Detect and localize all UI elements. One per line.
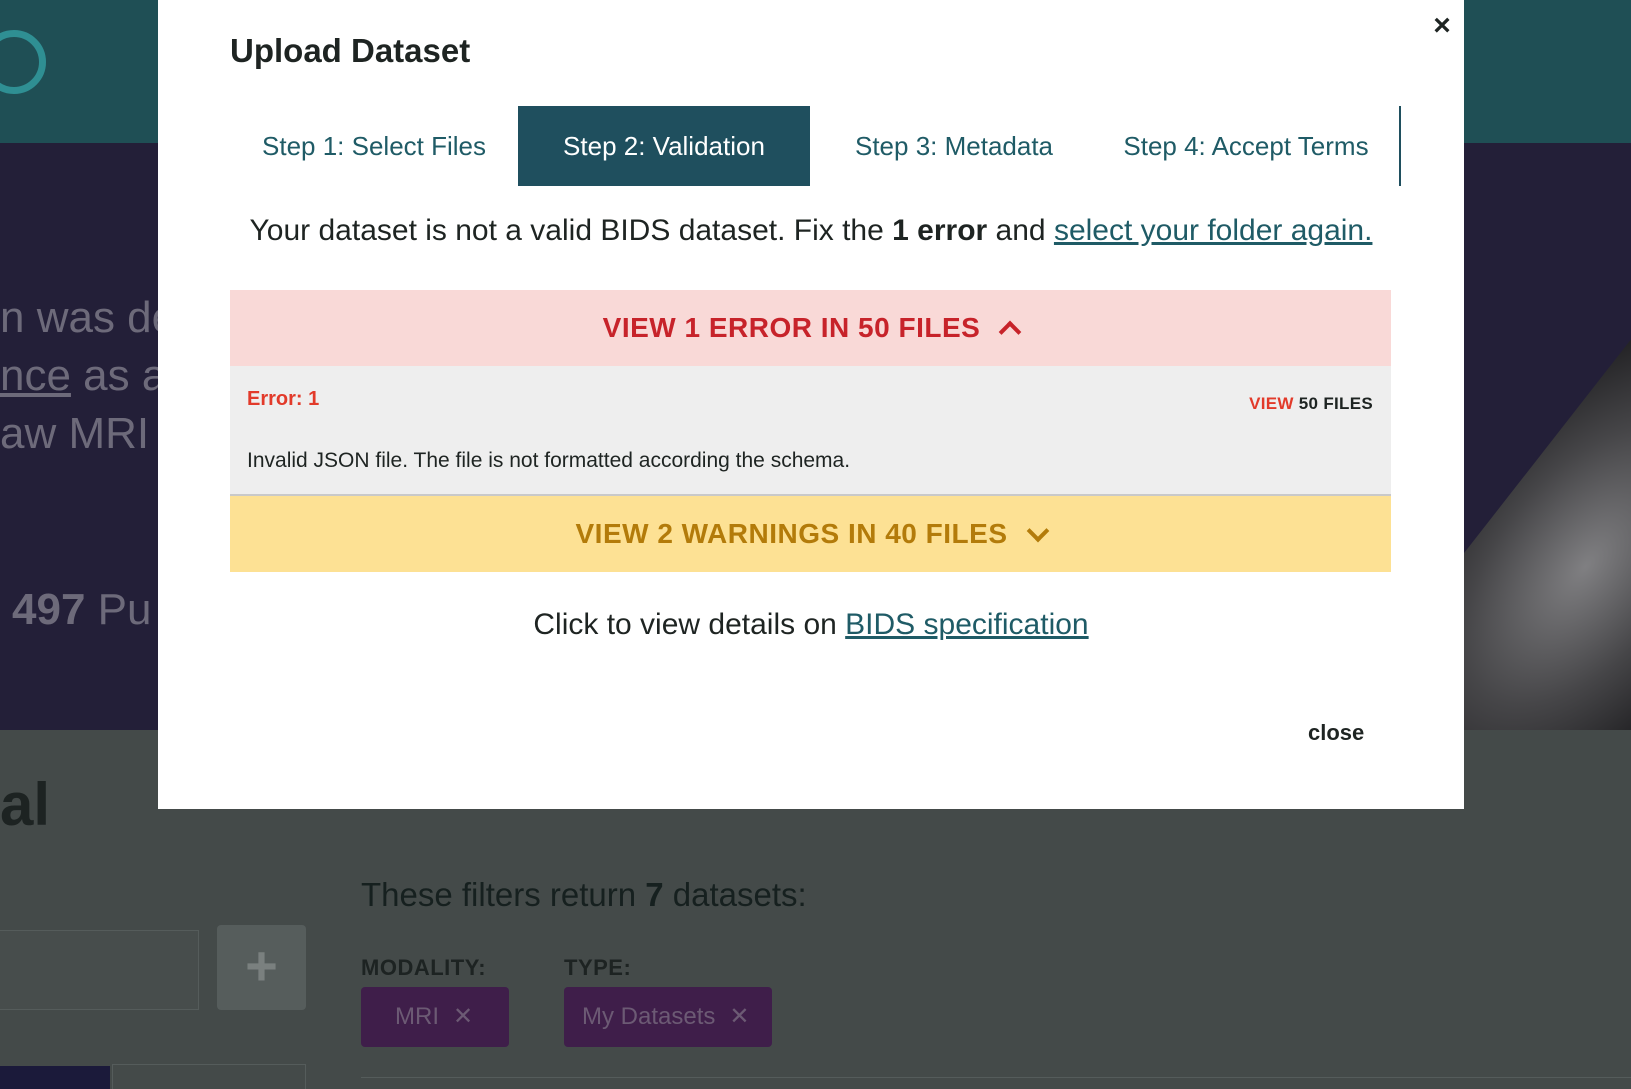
error-code: Error: 1 bbox=[247, 388, 320, 410]
filter-label-modality: MODALITY: bbox=[361, 955, 487, 980]
upload-dataset-modal: Upload Dataset × Step 1: Select Files St… bbox=[158, 0, 1464, 809]
view-files-button[interactable]: VIEW 50 FILES bbox=[1249, 394, 1373, 414]
logo-icon[interactable] bbox=[0, 30, 46, 94]
remove-icon[interactable]: ✕ bbox=[453, 1003, 473, 1030]
results-tab[interactable] bbox=[112, 1064, 306, 1089]
hero-text-line-2: nce as a bbox=[0, 351, 167, 400]
filter-label-type: TYPE: bbox=[564, 955, 632, 980]
bids-spec-link[interactable]: BIDS specification bbox=[845, 608, 1088, 641]
hero-text-line-1: n was de bbox=[0, 293, 177, 342]
tab-divider bbox=[1399, 106, 1401, 186]
divider bbox=[361, 1077, 1631, 1078]
remove-icon[interactable]: ✕ bbox=[729, 1003, 749, 1030]
section-title: al bbox=[0, 771, 51, 838]
stats-line: 497 Pu bbox=[12, 585, 152, 634]
chevron-down-icon bbox=[1026, 519, 1049, 542]
validation-message: Your dataset is not a valid BIDS dataset… bbox=[249, 214, 1373, 247]
modal-title: Upload Dataset bbox=[230, 32, 471, 69]
filters-summary: These filters return 7 datasets: bbox=[361, 876, 807, 913]
warnings-accordion-header[interactable]: VIEW 2 WARNINGS IN 40 FILES bbox=[230, 496, 1391, 572]
error-count: 1 error bbox=[892, 214, 988, 247]
stat-number: 497 bbox=[12, 585, 86, 634]
spec-message: Click to view details on BIDS specificat… bbox=[533, 608, 1089, 641]
results-tab-active[interactable] bbox=[0, 1066, 110, 1089]
close-button[interactable]: close bbox=[1308, 720, 1364, 746]
error-description: Invalid JSON file. The file is not forma… bbox=[247, 449, 851, 472]
hero-link[interactable]: nce bbox=[0, 351, 71, 400]
tab-step-2-validation[interactable]: Step 2: Validation bbox=[518, 106, 810, 186]
add-button[interactable]: + bbox=[217, 925, 306, 1010]
errors-accordion-header[interactable]: VIEW 1 ERROR IN 50 FILES bbox=[230, 290, 1391, 366]
select-folder-link[interactable]: select your folder again. bbox=[1054, 214, 1373, 247]
tab-step-3-metadata[interactable]: Step 3: Metadata bbox=[810, 106, 1098, 186]
tab-step-4-accept-terms[interactable]: Step 4: Accept Terms bbox=[1101, 106, 1391, 186]
filter-chip-my-datasets[interactable]: My Datasets ✕ bbox=[564, 987, 772, 1047]
tab-step-1-select-files[interactable]: Step 1: Select Files bbox=[230, 106, 518, 186]
filter-chip-mri[interactable]: MRI ✕ bbox=[361, 987, 509, 1047]
error-item: Error: 1 VIEW 50 FILES Invalid JSON file… bbox=[230, 366, 1391, 496]
hero-text-line-3: aw MRI c bbox=[0, 409, 184, 458]
close-icon[interactable]: × bbox=[1426, 10, 1458, 42]
step-tabs: Step 1: Select Files Step 2: Validation … bbox=[230, 106, 1401, 186]
chevron-up-icon bbox=[998, 320, 1022, 343]
search-input[interactable] bbox=[0, 930, 199, 1010]
